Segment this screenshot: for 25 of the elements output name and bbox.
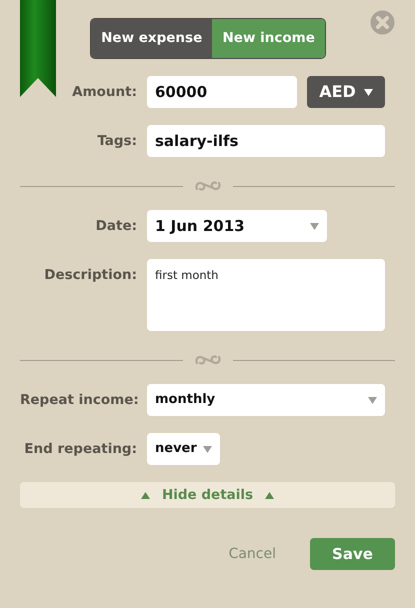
tags-field[interactable]: salary-ilfs — [147, 125, 385, 157]
select-dropdown[interactable]: monthly — [147, 384, 385, 416]
caret-down-icon — [368, 396, 377, 404]
segment-tab[interactable]: New expense — [91, 19, 212, 58]
close-icon[interactable] — [370, 10, 395, 35]
ornament-icon — [192, 179, 222, 193]
date-dropdown[interactable]: 1 Jun 2013 — [147, 210, 327, 242]
bookmark-ribbon-icon — [20, 0, 56, 97]
field-label: Amount: — [71, 83, 138, 102]
field-label: End repeating: — [23, 440, 138, 459]
field-label: Date: — [94, 217, 138, 236]
field-label: Tags: — [96, 132, 138, 151]
caret-down-icon — [310, 222, 319, 230]
currency-dropdown[interactable]: AED — [307, 76, 385, 108]
field-label: Description: — [43, 266, 138, 285]
select-dropdown[interactable]: never — [147, 433, 220, 465]
ornament-icon — [192, 353, 222, 367]
caret-up-icon — [265, 492, 274, 498]
caret-down-icon — [364, 88, 373, 96]
save-button[interactable]: Save — [310, 538, 395, 570]
amount-field[interactable]: 60000 — [147, 76, 297, 108]
caret-down-icon — [203, 446, 212, 452]
field-label: Repeat income: — [20, 391, 140, 410]
description-field[interactable]: first month — [147, 259, 385, 331]
caret-up-icon — [140, 492, 150, 498]
